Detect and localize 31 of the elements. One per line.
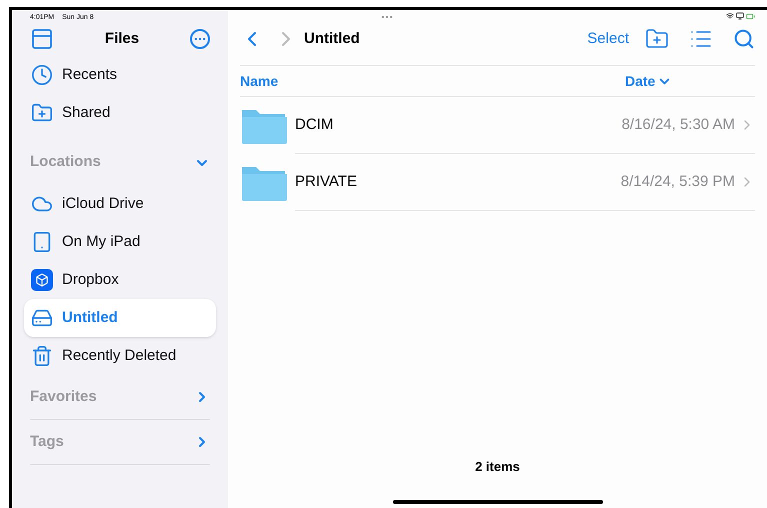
tablet-icon bbox=[31, 231, 53, 253]
box-icon bbox=[31, 269, 53, 291]
select-button[interactable]: Select bbox=[587, 28, 629, 50]
drive-icon bbox=[31, 307, 53, 329]
file-name: DCIM bbox=[295, 114, 334, 135]
sidebar-item[interactable]: Dropbox bbox=[24, 261, 216, 299]
sidebar-title: Files bbox=[104, 28, 140, 49]
file-row[interactable]: PRIVATE 8/14/24, 5:39 PM bbox=[240, 154, 755, 211]
folder-title: Untitled bbox=[304, 28, 360, 49]
file-date: 8/14/24, 5:39 PM bbox=[620, 172, 735, 192]
file-date: 8/16/24, 5:30 AM bbox=[622, 114, 735, 135]
sidebar-item[interactable]: iCloud Drive bbox=[24, 185, 216, 223]
sidebar-item[interactable]: Untitled bbox=[24, 299, 216, 337]
more-icon[interactable] bbox=[190, 29, 210, 49]
column-header[interactable]: Name bbox=[240, 70, 625, 92]
file-name: PRIVATE bbox=[295, 172, 358, 192]
status-icons bbox=[726, 12, 755, 21]
file-row[interactable]: DCIM 8/16/24, 5:30 AM bbox=[240, 97, 755, 154]
sidebar-toggle-icon[interactable] bbox=[30, 27, 54, 51]
sidebar-item[interactable]: On My iPad bbox=[24, 223, 216, 261]
item-count: 2 items bbox=[475, 458, 520, 476]
folder-icon bbox=[240, 108, 287, 144]
folder-icon bbox=[240, 164, 287, 200]
new-folder-icon[interactable] bbox=[645, 27, 669, 51]
search-icon[interactable] bbox=[733, 28, 755, 50]
sidebar-item[interactable]: Shared bbox=[24, 94, 216, 132]
column-header[interactable]: Date bbox=[625, 70, 755, 92]
sidebar-item[interactable]: Recently Deleted bbox=[24, 337, 216, 375]
sidebar-item[interactable]: Recents bbox=[24, 56, 216, 94]
trash-icon bbox=[31, 345, 53, 367]
clock-icon bbox=[31, 64, 53, 86]
